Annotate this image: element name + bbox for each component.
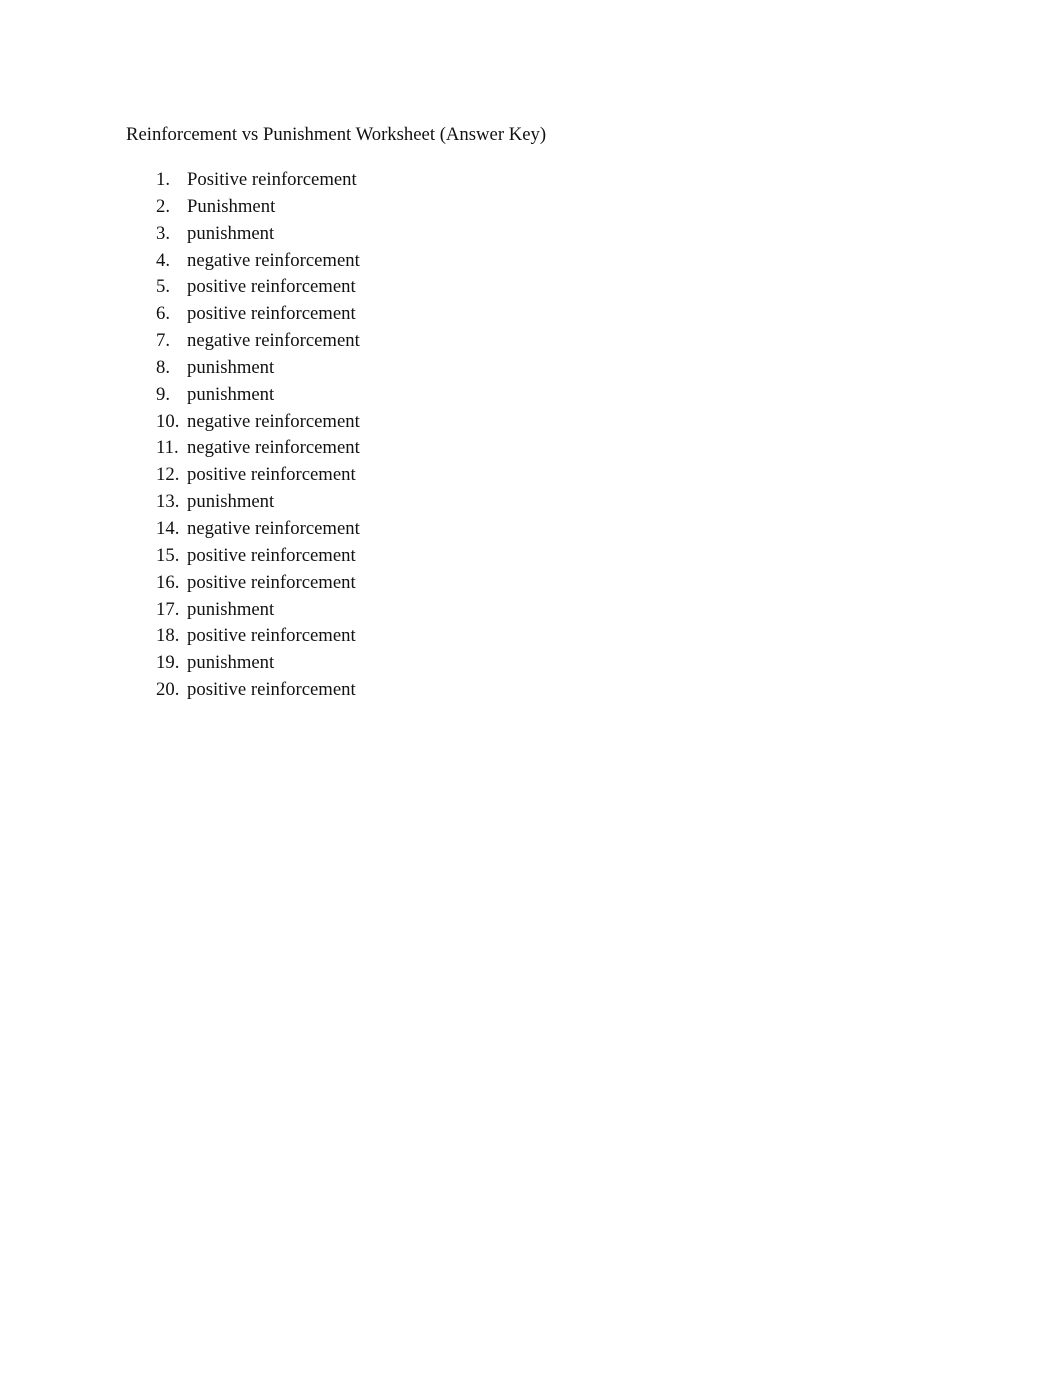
answer-text: negative reinforcement xyxy=(187,437,360,459)
answer-item: 4. negative reinforcement xyxy=(156,250,360,277)
answer-item: 9. punishment xyxy=(156,384,360,411)
answer-number: 19. xyxy=(156,652,180,674)
answer-number: 14. xyxy=(156,517,180,539)
answer-number: 20. xyxy=(156,679,180,701)
answer-item: 2. Punishment xyxy=(156,196,360,223)
answer-text: positive reinforcement xyxy=(187,679,356,701)
answer-text: negative reinforcement xyxy=(187,410,360,432)
answer-text: negative reinforcement xyxy=(187,517,360,539)
answer-item: 11. negative reinforcement xyxy=(156,437,360,464)
answer-text: punishment xyxy=(187,652,275,674)
answer-text: negative reinforcement xyxy=(187,330,360,352)
answer-item: 8. punishment xyxy=(156,357,360,384)
document-page: Reinforcement vs Punishment Worksheet (A… xyxy=(0,0,1062,1376)
answer-item: 15. positive reinforcement xyxy=(156,545,360,572)
answer-number: 10. xyxy=(156,410,180,432)
answer-text: punishment xyxy=(187,383,275,405)
answer-text: positive reinforcement xyxy=(187,464,356,486)
answer-text: punishment xyxy=(187,598,275,620)
answer-item: 1. Positive reinforcement xyxy=(156,169,360,196)
answer-number: 4. xyxy=(156,249,171,271)
answer-item: 20. positive reinforcement xyxy=(156,679,360,706)
answer-list: 1. Positive reinforcement 2. Punishment 3. pu… xyxy=(156,169,360,706)
answer-text: positive reinforcement xyxy=(187,276,356,298)
answer-number: 6. xyxy=(156,303,171,325)
answer-item: 19. punishment xyxy=(156,652,360,679)
answer-number: 11. xyxy=(156,437,179,459)
answer-number: 13. xyxy=(156,491,180,513)
answer-text: positive reinforcement xyxy=(187,625,356,647)
answer-text: punishment xyxy=(187,222,275,244)
answer-text: Punishment xyxy=(187,195,276,217)
answer-text: Positive reinforcement xyxy=(187,169,357,190)
answer-number: 12. xyxy=(156,464,180,486)
answer-item: 14. negative reinforcement xyxy=(156,518,360,545)
answer-number: 2. xyxy=(156,195,171,217)
answer-text: positive reinforcement xyxy=(187,544,356,566)
answer-text: positive reinforcement xyxy=(187,303,356,325)
answer-item: 3. punishment xyxy=(156,223,360,250)
answer-number: 8. xyxy=(156,356,171,378)
answer-item: 18. positive reinforcement xyxy=(156,625,360,652)
answer-text: positive reinforcement xyxy=(187,571,356,593)
answer-number: 3. xyxy=(156,222,171,244)
answer-text: punishment xyxy=(187,491,275,513)
answer-item: 7. negative reinforcement xyxy=(156,330,360,357)
answer-text: punishment xyxy=(187,356,275,378)
answer-number: 9. xyxy=(156,383,171,405)
answer-number: 15. xyxy=(156,544,180,566)
document-title: Reinforcement vs Punishment Worksheet (A… xyxy=(126,124,547,145)
answer-number: 16. xyxy=(156,571,180,593)
answer-text: negative reinforcement xyxy=(187,249,360,271)
answer-item: 13. punishment xyxy=(156,491,360,518)
answer-number: 17. xyxy=(156,598,180,620)
answer-number: 7. xyxy=(156,330,171,352)
answer-number: 18. xyxy=(156,625,180,647)
answer-item: 16. positive reinforcement xyxy=(156,572,360,599)
answer-item: 12. positive reinforcement xyxy=(156,464,360,491)
answer-item: 6. positive reinforcement xyxy=(156,303,360,330)
answer-number: 5. xyxy=(156,276,171,298)
answer-item: 5. positive reinforcement xyxy=(156,276,360,303)
answer-item: 10. negative reinforcement xyxy=(156,411,360,438)
answer-item: 17. punishment xyxy=(156,599,360,626)
answer-number: 1. xyxy=(156,169,171,190)
